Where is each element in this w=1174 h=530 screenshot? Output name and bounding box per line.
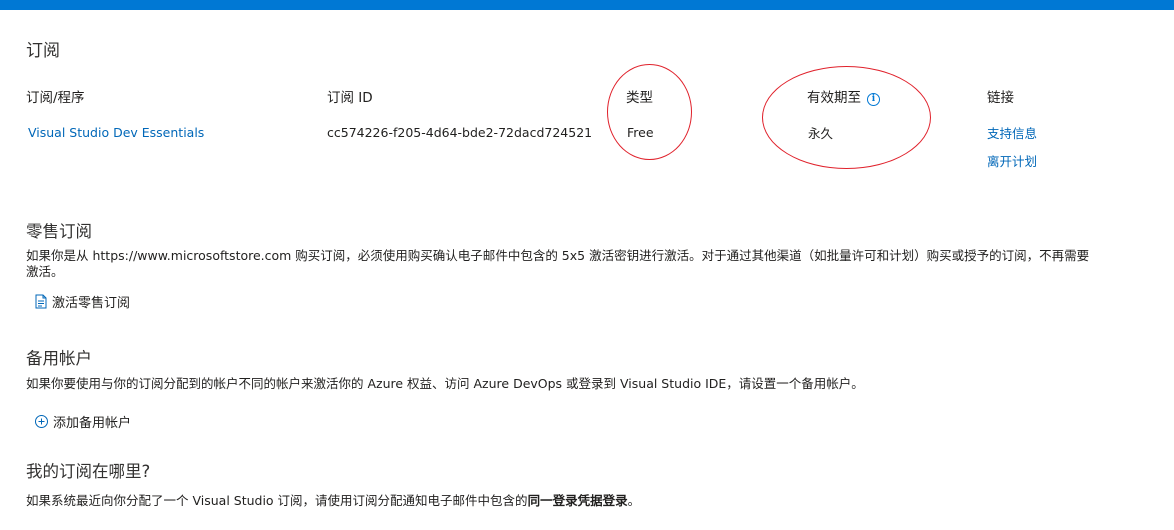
alternate-description: 如果你要使用与你的订阅分配到的帐户不同的帐户来激活你的 Azure 权益、访问 … [26,376,864,391]
column-header-links: 链接 [987,90,1014,106]
support-info-link[interactable]: 支持信息 [987,123,1037,142]
activate-retail-button[interactable]: 激活零售订阅 [34,292,130,311]
activate-retail-label: 激活零售订阅 [52,296,131,311]
page-title: 订阅 [26,41,60,61]
leave-program-link[interactable]: 离开计划 [987,151,1037,170]
where-section-title: 我的订阅在哪里? [26,462,151,481]
annotation-circle-type [607,64,692,160]
retail-description-line1: 如果你是从 https://www.microsoftstore.com 购买订… [26,248,1090,263]
subscription-id: cc574226-f205-4d64-bde2-72dacd724521 [327,125,593,140]
retail-section-title: 零售订阅 [26,222,92,241]
column-header-id: 订阅 ID [327,90,373,106]
add-circle-icon [35,415,48,428]
where-description-emphasis: 同一登录凭据登录 [527,493,628,508]
document-icon [35,294,47,309]
add-alternate-account-button[interactable]: 添加备用帐户 [34,412,131,431]
add-alternate-account-label: 添加备用帐户 [53,416,132,431]
subscription-program-link[interactable]: Visual Studio Dev Essentials [28,125,204,140]
alternate-section-title: 备用帐户 [26,349,92,368]
column-header-program: 订阅/程序 [26,90,85,106]
retail-description-line2: 激活。 [26,264,64,279]
top-accent-bar [0,0,1174,10]
annotation-circle-expiry [762,66,931,169]
where-description-text: 如果系统最近向你分配了一个 Visual Studio 订阅，请使用订阅分配通知… [26,493,528,508]
where-description-end: 。 [627,493,641,508]
where-description: 如果系统最近向你分配了一个 Visual Studio 订阅，请使用订阅分配通知… [26,493,640,509]
